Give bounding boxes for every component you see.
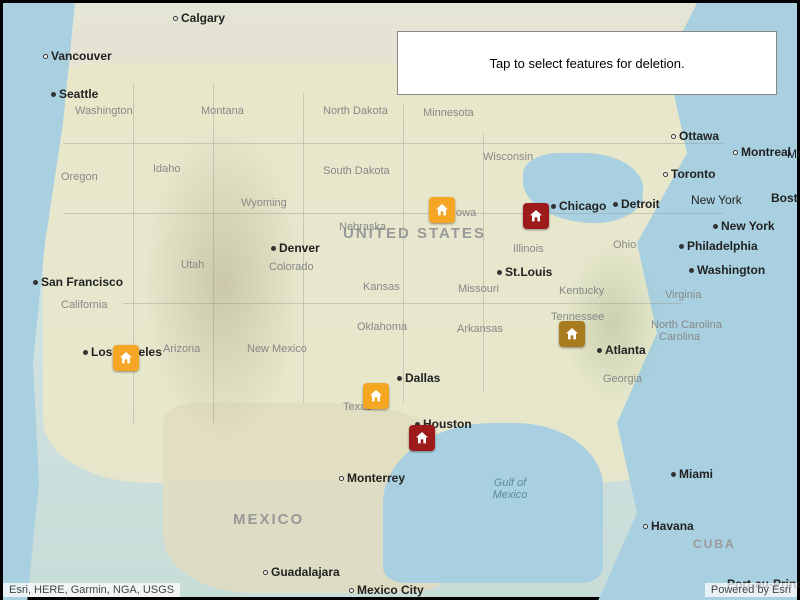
house-icon [414,430,430,446]
house-icon [528,208,544,224]
house-icon [564,326,580,342]
state-line [63,143,723,144]
house-icon [434,202,450,218]
attribution-sources: Esri, HERE, Garmin, NGA, USGS [3,583,180,597]
state-line [483,133,484,393]
state-line [303,93,304,403]
house-icon [368,388,384,404]
house-icon [118,350,134,366]
feature-marker[interactable] [363,383,389,409]
feature-marker[interactable] [429,197,455,223]
feature-marker[interactable] [523,203,549,229]
instruction-text: Tap to select features for deletion. [489,56,684,71]
state-line [213,83,214,423]
feature-marker[interactable] [409,425,435,451]
state-line [133,83,134,423]
attribution-powered-by[interactable]: Powered by Esri [705,583,797,597]
state-line [123,303,683,304]
instruction-tooltip: Tap to select features for deletion. [397,31,777,95]
terrain-rockies [143,123,303,443]
feature-marker[interactable] [113,345,139,371]
state-line [63,213,723,214]
feature-marker[interactable] [559,321,585,347]
map-view[interactable]: UNITED STATES MEXICO CUBA Gulf of Mexico… [0,0,800,600]
state-line [403,103,404,403]
